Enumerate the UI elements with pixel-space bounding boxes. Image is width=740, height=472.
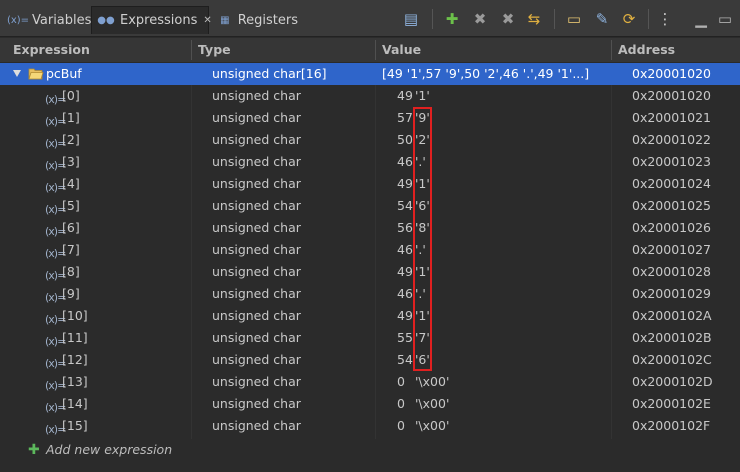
expression-type: unsigned char xyxy=(212,352,301,367)
expression-address: 0x20001021 xyxy=(632,110,711,125)
expression-type: unsigned char xyxy=(212,286,301,301)
edit-icon[interactable]: ✎ xyxy=(593,10,611,28)
column-type[interactable]: Type xyxy=(198,38,231,62)
expression-name: pcBuf xyxy=(46,66,82,81)
tab-expressions[interactable]: ●● Expressions ✕ xyxy=(91,6,212,34)
expression-type: unsigned char xyxy=(212,154,301,169)
table-row[interactable]: pcBuf unsigned char[16] [49 '1',57 '9',5… xyxy=(0,63,740,85)
expression-address: 0x2000102D xyxy=(632,374,713,389)
expression-address: 0x2000102F xyxy=(632,418,711,433)
expression-value[interactable]: 0 '\x00' xyxy=(397,393,623,415)
expression-address: 0x20001022 xyxy=(632,132,711,147)
table-row[interactable]: (x)= [7] unsigned char 46 '.' 0x20001027 xyxy=(0,239,740,261)
refresh-icon[interactable]: ⇆ xyxy=(525,10,543,28)
expression-value[interactable]: 49'1' xyxy=(397,85,623,107)
table-row[interactable]: (x)= [1] unsigned char 57'9' 0x20001021 xyxy=(0,107,740,129)
folder-open-icon xyxy=(28,68,44,80)
expression-type: unsigned char xyxy=(212,132,301,147)
remove-icon[interactable]: ✖ xyxy=(471,10,489,28)
value-number: 0 xyxy=(397,418,405,433)
table-row[interactable]: (x)= [8] unsigned char 49'1' 0x20001028 xyxy=(0,261,740,283)
expression-type: unsigned char xyxy=(212,374,301,389)
expression-value[interactable]: 0 '\x00' xyxy=(397,415,623,437)
expression-type: unsigned char xyxy=(212,308,301,323)
expression-address: 0x20001029 xyxy=(632,286,711,301)
registers-icon: ▦ xyxy=(220,14,230,26)
expression-address: 0x20001027 xyxy=(632,242,711,257)
add-new-expression-label: Add new expression xyxy=(46,442,173,457)
link-icon[interactable]: ⟳ xyxy=(620,10,638,28)
remove-all-icon[interactable]: ✖ xyxy=(499,10,517,28)
expression-address: 0x20001025 xyxy=(632,198,711,213)
expression-address: 0x20001020 xyxy=(632,88,711,103)
expression-value[interactable]: 0 '\x00' xyxy=(397,371,623,393)
table-row[interactable]: (x)= [10] unsigned char 49'1' 0x2000102A xyxy=(0,305,740,327)
expression-type: unsigned char xyxy=(212,418,301,433)
value-char: '\x00' xyxy=(415,418,450,433)
menu-icon[interactable]: ⋮ xyxy=(656,10,674,28)
expression-type: unsigned char xyxy=(212,110,301,125)
column-value[interactable]: Value xyxy=(382,38,421,62)
table-row[interactable]: (x)= [14] unsigned char 0 '\x00' 0x2000102E xyxy=(0,393,740,415)
new-window-icon[interactable]: ▭ xyxy=(565,10,583,28)
expression-address: 0x2000102A xyxy=(632,308,712,323)
value-number: 0 xyxy=(397,396,405,411)
expression-address: 0x20001023 xyxy=(632,154,711,169)
expression-type: unsigned char xyxy=(212,220,301,235)
tab-variables[interactable]: (x)= Variables xyxy=(4,6,92,34)
expression-type: unsigned char xyxy=(212,176,301,191)
expression-address: 0x20001020 xyxy=(632,66,711,81)
value-number: 49 xyxy=(397,88,413,103)
variables-icon: (x)= xyxy=(6,14,30,26)
column-expression[interactable]: Expression xyxy=(13,38,90,62)
expression-type: unsigned char xyxy=(212,242,301,257)
table-row[interactable]: (x)= [13] unsigned char 0 '\x00' 0x2000102D xyxy=(0,371,740,393)
table-row[interactable]: (x)= [0] unsigned char 49'1' 0x20001020 xyxy=(0,85,740,107)
expression-address: 0x20001028 xyxy=(632,264,711,279)
add-expression-icon[interactable]: ✚ xyxy=(443,10,461,28)
expression-address: 0x2000102C xyxy=(632,352,712,367)
expression-address: 0x2000102E xyxy=(632,396,711,411)
expression-type: unsigned char xyxy=(212,264,301,279)
minimize-icon[interactable]: ▁ xyxy=(692,10,710,28)
expression-address: 0x20001024 xyxy=(632,176,711,191)
expressions-icon: ●● xyxy=(97,15,115,26)
table-row[interactable]: (x)= [5] unsigned char 54'6' 0x20001025 xyxy=(0,195,740,217)
expand-arrow-icon[interactable] xyxy=(13,70,21,77)
table-row[interactable]: (x)= [3] unsigned char 46 '.' 0x20001023 xyxy=(0,151,740,173)
tab-label: Expressions xyxy=(120,13,198,28)
add-new-expression[interactable]: ✚ Add new expression xyxy=(0,439,740,461)
table-row[interactable]: (x)= [2] unsigned char 50'2' 0x20001022 xyxy=(0,129,740,151)
value-char: '\x00' xyxy=(415,374,450,389)
value-char: '1' xyxy=(415,88,430,103)
column-header: Expression Type Value Address xyxy=(0,38,740,63)
tab-label: Registers xyxy=(237,12,298,28)
table-row[interactable]: (x)= [15] unsigned char 0 '\x00' 0x2000102F xyxy=(0,415,740,437)
expression-type: unsigned char xyxy=(212,330,301,345)
add-icon: ✚ xyxy=(28,442,40,458)
table-row[interactable]: (x)= [12] unsigned char 54'6' 0x2000102C xyxy=(0,349,740,371)
highlight-box xyxy=(413,107,432,371)
expression-tree: pcBuf unsigned char[16] [49 '1',57 '9',5… xyxy=(0,63,740,437)
view-tab-bar: (x)= Variables ●● Expressions ✕ ▦ Regist… xyxy=(0,0,740,37)
table-row[interactable]: (x)= [11] unsigned char 55'7' 0x2000102B xyxy=(0,327,740,349)
expression-address: 0x2000102B xyxy=(632,330,712,345)
collapse-all-icon[interactable]: ▤ xyxy=(402,10,420,28)
value-char: '\x00' xyxy=(415,396,450,411)
close-tab-icon[interactable]: ✕ xyxy=(203,15,211,26)
tab-label: Variables xyxy=(32,12,92,28)
maximize-icon[interactable]: ▭ xyxy=(716,10,734,28)
table-row[interactable]: (x)= [9] unsigned char 46 '.' 0x20001029 xyxy=(0,283,740,305)
tab-registers[interactable]: ▦ Registers xyxy=(212,6,304,34)
expression-type: unsigned char xyxy=(212,396,301,411)
table-row[interactable]: (x)= [4] unsigned char 49'1' 0x20001024 xyxy=(0,173,740,195)
expression-type: unsigned char xyxy=(212,198,301,213)
expression-address: 0x20001026 xyxy=(632,220,711,235)
expression-type: unsigned char xyxy=(212,88,301,103)
expression-type: unsigned char[16] xyxy=(212,66,327,81)
column-address[interactable]: Address xyxy=(618,38,675,62)
table-row[interactable]: (x)= [6] unsigned char 56'8' 0x20001026 xyxy=(0,217,740,239)
expression-value[interactable]: [49 '1',57 '9',50 '2',46 '.',49 '1'...] xyxy=(382,63,608,85)
value-number: 0 xyxy=(397,374,405,389)
